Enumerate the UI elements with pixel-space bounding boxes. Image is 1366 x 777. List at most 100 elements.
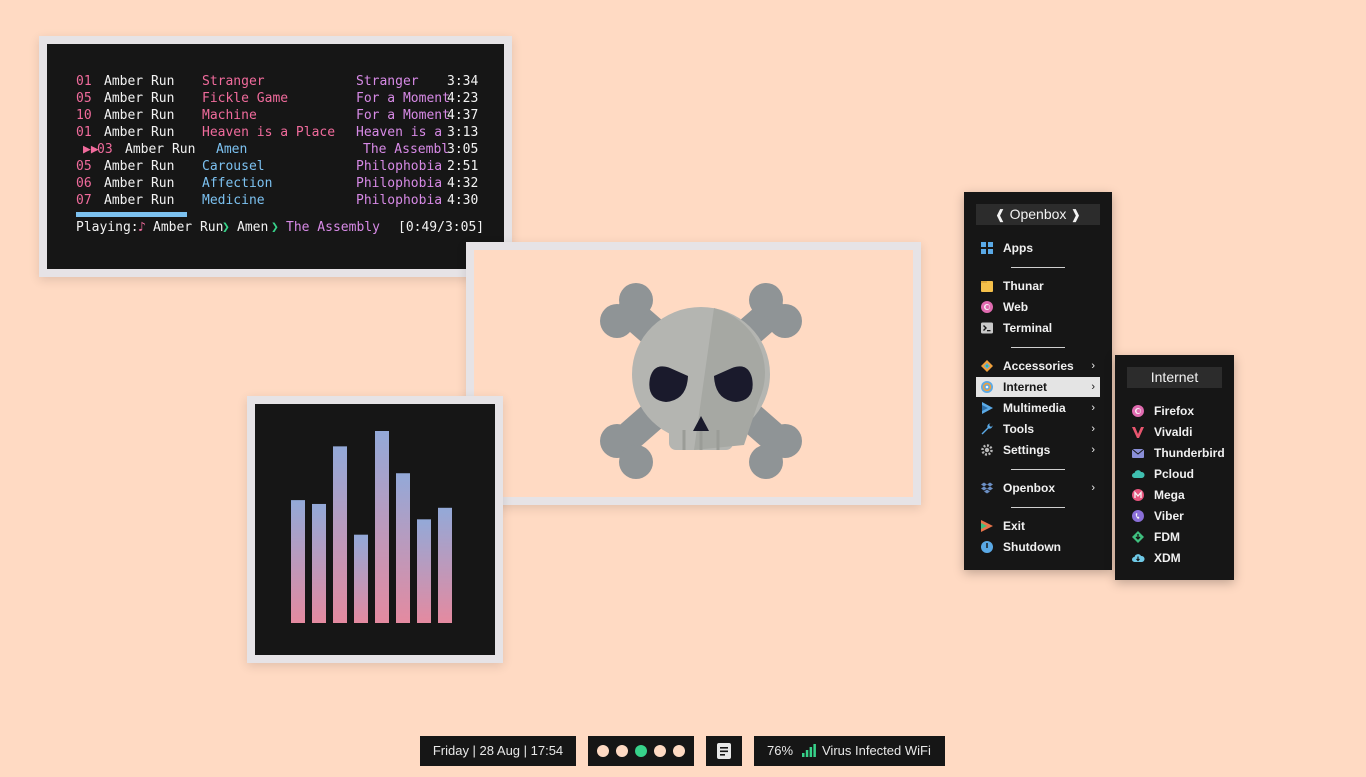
menu-item-web[interactable]: Web [976, 297, 1100, 317]
notes-button[interactable] [706, 736, 742, 766]
track-album: The Assembl [363, 142, 450, 157]
track-artist: Amber Run [104, 193, 175, 208]
visualizer-panel [255, 404, 495, 655]
track-row[interactable]: 01 Amber Run Stranger Stranger 3:34 [76, 73, 486, 90]
cloud-icon [1131, 467, 1145, 481]
firefox-icon [980, 300, 994, 314]
track-album: Philophobia [356, 193, 443, 208]
terminal-icon [980, 321, 994, 335]
submenu-item-label: Vivaldi [1154, 425, 1193, 439]
download-diamond-icon [1131, 530, 1145, 544]
track-row[interactable]: 07 Amber Run Medicine Philophobia 4:30 [76, 192, 486, 209]
music-player-window[interactable]: 01 Amber Run Stranger Stranger 3:34 05 Amber R… [39, 36, 512, 277]
track-row[interactable]: 01 Amber Run Heaven is a Place Heaven is a 3… [76, 124, 486, 141]
track-album: Philophobia [356, 159, 443, 174]
now-playing-position: [0:49/3:05] [398, 220, 485, 235]
visualizer-window[interactable] [247, 396, 503, 663]
track-row[interactable]: 10 Amber Run Machine For a Moment 4:37 [76, 107, 486, 124]
clock-widget[interactable]: Friday | 28 Aug | 17:54 [420, 736, 576, 766]
internet-icon [980, 380, 994, 394]
submenu-item-thunderbird[interactable]: Thunderbird [1129, 443, 1225, 463]
submenu-item-vivaldi[interactable]: Vivaldi [1129, 422, 1225, 442]
menu-item-multimedia[interactable]: Multimedia › [976, 398, 1100, 418]
status-widget[interactable]: 76% Virus Infected WiFi [754, 736, 945, 766]
workspace-dot[interactable] [673, 745, 685, 757]
openbox-menu-title: ❰ Openbox ❱ [976, 204, 1100, 225]
openbox-menu[interactable]: ❰ Openbox ❱ Apps Thunar Web Terminal Accesso… [964, 192, 1112, 570]
power-icon [980, 540, 994, 554]
now-playing-line: Playing: ♪ Amber Run ❯ Amen ❯ The Assemb… [76, 219, 486, 236]
track-row[interactable]: 05 Amber Run Fickle Game For a Moment 4:23 [76, 90, 486, 107]
visualizer-bar [333, 446, 347, 623]
visualizer-bar [375, 431, 389, 623]
mega-icon [1131, 488, 1145, 502]
skull-crossbones-icon [600, 283, 802, 479]
submenu-item-fdm[interactable]: FDM [1129, 527, 1225, 547]
track-title: Heaven is a Place [202, 125, 336, 140]
submenu-item-viber[interactable]: Viber [1129, 506, 1225, 526]
menu-item-label: Shutdown [1003, 540, 1061, 554]
workspace-dot-active[interactable] [635, 745, 647, 757]
track-number: 05 [76, 159, 92, 174]
playback-progress-bar[interactable] [76, 212, 187, 217]
track-duration: 2:51 [447, 159, 479, 174]
track-number: 06 [76, 176, 92, 191]
menu-separator [1011, 267, 1065, 268]
track-number: 07 [76, 193, 92, 208]
menu-item-label: Internet [1003, 380, 1048, 394]
notes-icon [717, 743, 731, 759]
menu-item-shutdown[interactable]: Shutdown [976, 537, 1100, 557]
track-row[interactable]: 05 Amber Run Carousel Philophobia 2:51 [76, 158, 486, 175]
chevron-right-icon: ❯ [271, 220, 279, 235]
visualizer-bar [396, 473, 410, 623]
workspace-dot[interactable] [616, 745, 628, 757]
apps-grid-icon [980, 241, 994, 255]
track-row[interactable]: 06 Amber Run Affection Philophobia 4:32 [76, 175, 486, 192]
track-artist: Amber Run [125, 142, 196, 157]
menu-item-openbox[interactable]: Openbox › [976, 478, 1100, 498]
vivaldi-icon [1131, 425, 1145, 439]
submenu-item-mega[interactable]: Mega [1129, 485, 1225, 505]
track-number: 01 [76, 74, 92, 89]
track-duration: 3:34 [447, 74, 479, 89]
menu-item-tools[interactable]: Tools › [976, 419, 1100, 439]
wifi-signal-icon [802, 744, 816, 757]
internet-submenu[interactable]: Internet Firefox Vivaldi Thunderbird Pcloud… [1115, 355, 1234, 580]
menu-item-settings[interactable]: Settings › [976, 440, 1100, 460]
track-artist: Amber Run [104, 74, 175, 89]
menu-separator [1011, 507, 1065, 508]
chevron-right-icon: › [1091, 482, 1095, 494]
track-artist: Amber Run [104, 91, 175, 106]
track-title: Amen [216, 142, 248, 157]
image-viewer-window[interactable] [466, 242, 921, 505]
menu-item-apps[interactable]: Apps [976, 238, 1100, 258]
menu-item-accessories[interactable]: Accessories › [976, 356, 1100, 376]
submenu-item-xdm[interactable]: XDM [1129, 548, 1225, 568]
workspace-dot[interactable] [654, 745, 666, 757]
submenu-item-pcloud[interactable]: Pcloud [1129, 464, 1225, 484]
track-album: Heaven is a [356, 125, 443, 140]
now-playing-label: Playing: [76, 220, 139, 235]
chevron-right-icon: › [1091, 381, 1095, 393]
track-row-playing[interactable]: ▶▶ 03 Amber Run Amen The Assembl 3:05 [76, 141, 486, 158]
chevron-right-icon: › [1091, 423, 1095, 435]
submenu-item-label: Mega [1154, 488, 1185, 502]
track-number: 05 [76, 91, 92, 106]
submenu-item-label: Thunderbird [1154, 446, 1225, 460]
exit-icon [980, 519, 994, 533]
menu-item-internet[interactable]: Internet › [976, 377, 1100, 397]
menu-item-label: Multimedia [1003, 401, 1066, 415]
menu-item-exit[interactable]: Exit [976, 516, 1100, 536]
workspace-dot[interactable] [597, 745, 609, 757]
menu-item-terminal[interactable]: Terminal [976, 318, 1100, 338]
menu-item-label: Web [1003, 300, 1029, 314]
folder-icon [980, 279, 994, 293]
submenu-item-label: Pcloud [1154, 467, 1195, 481]
now-playing-title: Amen [237, 220, 269, 235]
track-album: Philophobia [356, 176, 443, 191]
wrench-icon [980, 422, 994, 436]
menu-item-thunar[interactable]: Thunar [976, 276, 1100, 296]
track-number: 03 [97, 142, 113, 157]
submenu-item-firefox[interactable]: Firefox [1129, 401, 1225, 421]
firefox-icon [1131, 404, 1145, 418]
